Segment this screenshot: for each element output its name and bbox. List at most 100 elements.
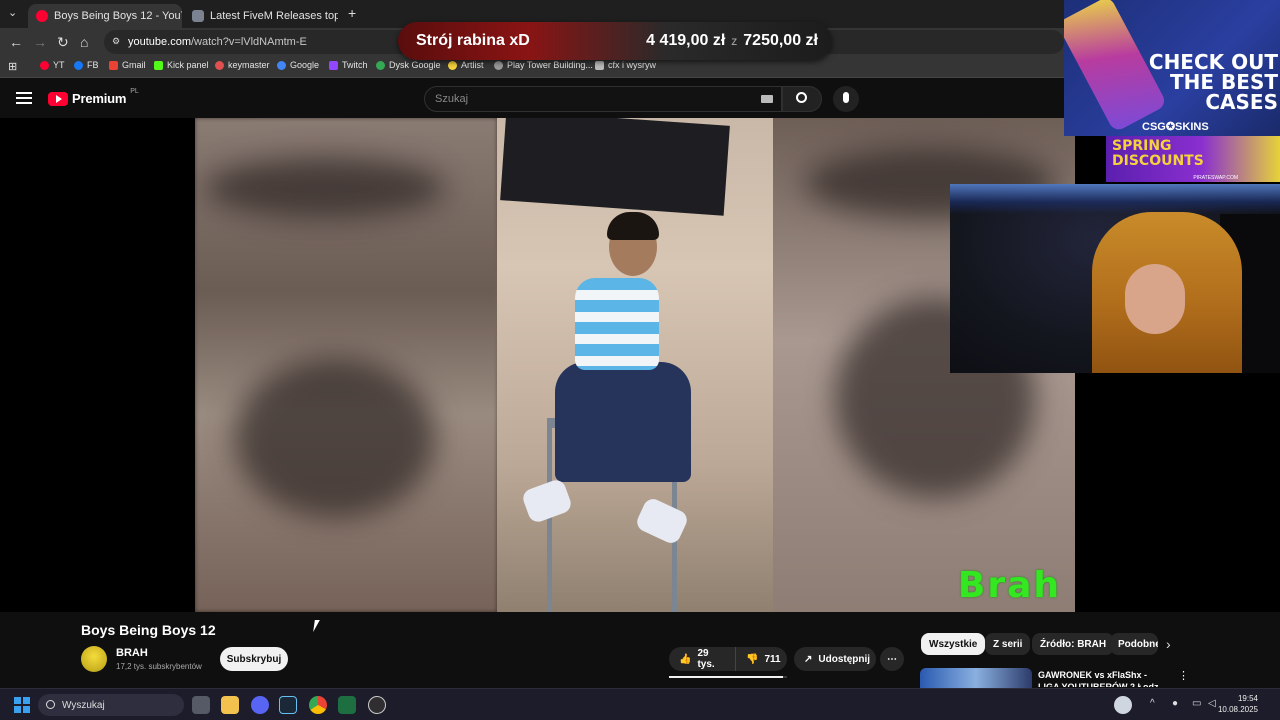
- bookmark-kick-panel[interactable]: Kick panel: [154, 60, 209, 70]
- youtube-play-icon: [48, 91, 68, 106]
- chip-all[interactable]: Wszystkie: [921, 633, 986, 655]
- new-tab-icon[interactable]: +: [348, 5, 356, 21]
- voice-search-button[interactable]: [833, 86, 859, 112]
- bookmark-google[interactable]: Google: [277, 60, 319, 70]
- windows-taskbar: Wyszukaj ^ ● ▭ ◁ 19:54 10.08.2025: [0, 688, 1280, 720]
- ad-headline: CHECK OUT THE BEST CASES: [1148, 50, 1278, 114]
- search-icon: [46, 700, 55, 709]
- discord-icon[interactable]: [251, 696, 269, 714]
- search-button[interactable]: [782, 86, 822, 112]
- tower-icon: [494, 60, 503, 70]
- spring-ad-source: PIRATESWAP.COM: [1193, 175, 1238, 181]
- like-ratio-fill: [669, 676, 784, 678]
- recommended-thumbnail[interactable]: [920, 668, 1032, 688]
- dislike-button[interactable]: 👎 711: [735, 647, 787, 671]
- search-input[interactable]: Szukaj: [424, 86, 782, 112]
- youtube-icon: [40, 60, 49, 70]
- excel-icon[interactable]: [338, 696, 356, 714]
- person-shirt: [575, 278, 659, 370]
- youtube-logo[interactable]: Premium PL: [48, 88, 139, 106]
- recommended-title[interactable]: GAWRONEK vs xFlaShx - LIGA YOUTUBERÓW 2 …: [1038, 669, 1170, 687]
- spring-ad-text: SPRING DISCOUNTS: [1112, 138, 1204, 169]
- home-icon[interactable]: ⌂: [80, 34, 88, 50]
- region-code: PL: [130, 88, 139, 95]
- chip-series[interactable]: Z serii: [985, 633, 1031, 655]
- tab-title: Boys Being Boys 12 - YouTu: [54, 10, 182, 22]
- subscriber-count: 17,2 tys. subskrybentów: [116, 662, 202, 671]
- share-icon: ↗: [804, 653, 813, 665]
- chip-source[interactable]: Źródło: BRAH: [1032, 633, 1115, 655]
- wall-tv: [500, 118, 730, 216]
- windows-start-icon[interactable]: [14, 697, 30, 713]
- dislike-count: 711: [764, 653, 781, 665]
- bookmark-play-tower[interactable]: Play Tower Building...: [494, 60, 593, 70]
- bookmark-yt[interactable]: YT: [40, 60, 65, 70]
- like-ratio-bar: [669, 676, 787, 678]
- chip-similar[interactable]: Podobne: [1110, 633, 1158, 655]
- recommended-menu-icon[interactable]: ⋮: [1178, 669, 1189, 682]
- tab-search-chevron-icon[interactable]: ⌄: [8, 6, 17, 19]
- twitch-icon: [329, 60, 338, 70]
- file-explorer-icon[interactable]: [221, 696, 239, 714]
- bookmark-cfx[interactable]: cfx i wysryw: [595, 60, 656, 70]
- taskbar-clock[interactable]: 19:54 10.08.2025: [1218, 693, 1258, 715]
- tray-volume-icon[interactable]: ◁: [1208, 698, 1216, 709]
- donation-current: 4 419,00 zł: [646, 32, 726, 49]
- donation-goal: 7250,00 zł: [743, 32, 818, 49]
- keyboard-icon[interactable]: [761, 95, 773, 103]
- channel-name[interactable]: BRAH: [116, 647, 148, 659]
- facebook-icon: [74, 60, 83, 70]
- fivem-favicon-icon: [192, 10, 204, 22]
- taskbar-search[interactable]: Wyszukaj: [38, 694, 184, 716]
- bookmark-artlist[interactable]: Artlist: [448, 60, 484, 70]
- tab-fivem[interactable]: Latest FiveM Releases topics - C ✕: [184, 4, 338, 28]
- like-button[interactable]: 👍 29 tys.: [669, 647, 735, 671]
- clock-time: 19:54: [1237, 694, 1258, 703]
- thumbs-up-icon: 👍: [679, 653, 692, 665]
- tray-chevron-icon[interactable]: ^: [1150, 698, 1155, 709]
- bookmark-fb[interactable]: FB: [74, 60, 99, 70]
- search-icon: [796, 92, 807, 103]
- ad-brand: CSG✪SKINS: [1142, 121, 1209, 133]
- bookmark-twitch[interactable]: Twitch: [329, 60, 368, 70]
- search-placeholder: Szukaj: [435, 93, 469, 105]
- hamburger-menu-icon[interactable]: [16, 92, 32, 104]
- channel-avatar[interactable]: [81, 646, 107, 672]
- site-info-icon[interactable]: ⚙: [112, 36, 120, 47]
- bookmark-keymaster[interactable]: keymaster: [215, 60, 270, 70]
- steam-icon[interactable]: [279, 696, 297, 714]
- keymaster-icon: [215, 60, 224, 70]
- clock-date: 10.08.2025: [1217, 705, 1258, 714]
- like-count: 29 tys.: [697, 648, 715, 670]
- artlist-icon: [448, 60, 457, 70]
- chevron-right-icon[interactable]: ›: [1166, 636, 1171, 652]
- bookmark-gmail[interactable]: Gmail: [109, 60, 146, 70]
- url-host: youtube.com: [128, 36, 191, 48]
- weather-icon[interactable]: [1114, 696, 1132, 714]
- task-view-icon[interactable]: [192, 696, 210, 714]
- tray-mic-icon[interactable]: ●: [1172, 698, 1178, 709]
- cfx-icon: [595, 60, 604, 70]
- share-button[interactable]: ↗ Udostępnij: [794, 647, 876, 671]
- taskbar-search-placeholder: Wyszukaj: [62, 699, 105, 711]
- tab-title: Latest FiveM Releases topics - C: [210, 10, 338, 22]
- chrome-icon[interactable]: [309, 696, 327, 714]
- tray-network-icon[interactable]: ▭: [1192, 698, 1201, 709]
- thumbs-down-icon: 👎: [746, 653, 759, 665]
- streamer-webcam: [950, 184, 1280, 373]
- bookmark-dysk-google[interactable]: Dysk Google: [376, 60, 441, 70]
- video-watermark-text: Brah: [957, 565, 1061, 606]
- spring-discount-ad: SPRING DISCOUNTS PIRATESWAP.COM: [1106, 136, 1280, 182]
- streamer-face: [1125, 264, 1185, 334]
- tab-youtube[interactable]: Boys Being Boys 12 - YouTu 🔊 ✕: [28, 4, 182, 28]
- more-actions-button[interactable]: ⋯: [880, 647, 904, 671]
- obs-icon[interactable]: [368, 696, 386, 714]
- person-hair: [607, 212, 659, 240]
- reload-icon[interactable]: ↻: [57, 34, 69, 50]
- forward-icon[interactable]: →: [33, 34, 47, 50]
- gmail-icon: [109, 60, 118, 70]
- back-icon[interactable]: ←: [9, 34, 23, 50]
- apps-grid-icon[interactable]: ⊞: [8, 60, 17, 73]
- subscribe-button[interactable]: Subskrybuj: [220, 647, 288, 671]
- url-path: /watch?v=lVldNAmtm-E: [190, 36, 307, 48]
